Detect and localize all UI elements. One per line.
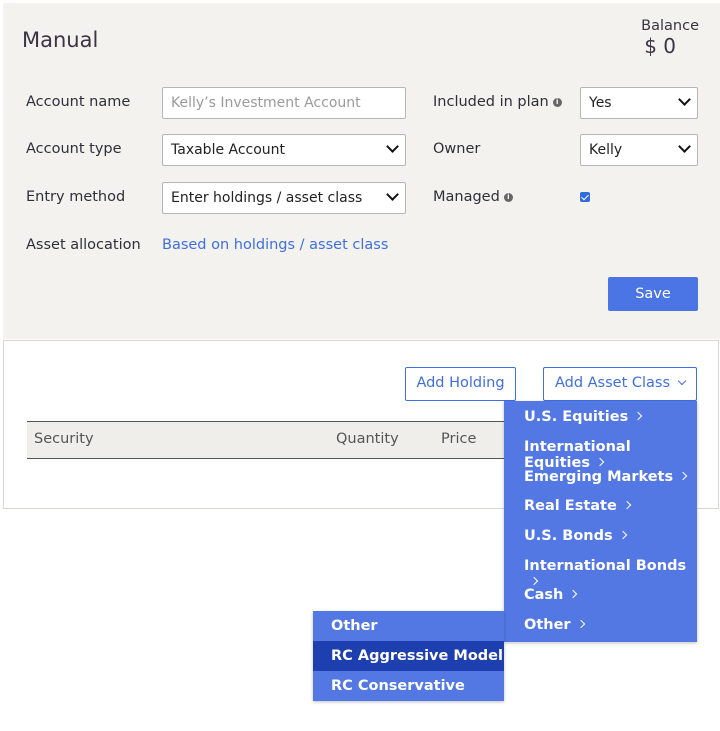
menu-item-us-bonds[interactable]: U.S. Bonds xyxy=(524,528,627,544)
column-header-price: Price xyxy=(441,431,477,447)
info-icon[interactable]: i xyxy=(552,97,562,107)
menu-item-real-estate[interactable]: Real Estate xyxy=(524,498,632,514)
chevron-down-icon xyxy=(678,93,691,106)
account-type-value: Taxable Account xyxy=(171,142,286,158)
info-icon[interactable]: i xyxy=(503,192,513,202)
owner-value: Kelly xyxy=(589,142,623,158)
chevron-right-icon xyxy=(622,500,632,510)
chevron-down-icon xyxy=(386,140,399,153)
menu-item-label: Emerging Markets xyxy=(524,469,674,485)
menu-item-label: International Bonds xyxy=(524,558,687,574)
account-name-input[interactable]: Kelly’s Investment Account xyxy=(162,87,406,119)
chevron-right-icon xyxy=(595,457,605,467)
chevron-down-icon xyxy=(677,376,687,386)
menu-item-label: U.S. Equities xyxy=(524,409,629,425)
chevron-right-icon xyxy=(569,589,578,599)
add-asset-class-button[interactable]: Add Asset Class xyxy=(543,367,697,401)
owner-label: Owner xyxy=(433,141,481,157)
holdings-table-header: Security Quantity Price xyxy=(27,421,512,459)
submenu-item-rc-conservative-model[interactable]: RC Conservative Model xyxy=(313,671,504,724)
included-in-plan-select[interactable]: Yes xyxy=(580,87,698,119)
menu-item-label: Real Estate xyxy=(524,498,617,514)
chevron-down-icon xyxy=(386,188,399,201)
menu-item-label: Cash xyxy=(524,587,564,603)
entry-method-label: Entry method xyxy=(26,189,126,205)
entry-method-value: Enter holdings / asset class xyxy=(171,190,363,206)
managed-label: Managed xyxy=(433,189,500,205)
chevron-down-icon xyxy=(678,140,691,153)
account-name-label: Account name xyxy=(26,94,131,110)
account-type-select[interactable]: Taxable Account xyxy=(162,134,406,166)
menu-item-emerging-markets[interactable]: Emerging Markets xyxy=(524,469,688,485)
managed-label-row: Managed i xyxy=(433,189,513,205)
menu-item-us-equities[interactable]: U.S. Equities xyxy=(524,409,643,425)
menu-item-label: U.S. Bonds xyxy=(524,528,613,544)
asset-allocation-link[interactable]: Based on holdings / asset class xyxy=(162,237,388,253)
chevron-right-icon xyxy=(618,530,627,540)
menu-item-label: Other xyxy=(524,617,571,633)
balance-label: Balance xyxy=(641,18,699,34)
menu-item-international-equities[interactable]: International Equities xyxy=(524,439,697,471)
chevron-right-icon xyxy=(633,411,643,421)
menu-item-label: International Equities xyxy=(524,439,631,471)
balance-value: $ 0 xyxy=(644,34,676,58)
menu-item-international-bonds[interactable]: International Bonds xyxy=(524,558,697,590)
included-in-plan-label: Included in plan xyxy=(433,94,549,110)
page-title: Manual xyxy=(22,28,99,52)
column-header-quantity: Quantity xyxy=(336,431,399,447)
submenu-item-other[interactable]: Other xyxy=(313,611,504,641)
account-type-label: Account type xyxy=(26,141,122,157)
menu-item-other[interactable]: Other xyxy=(524,617,585,633)
add-asset-class-label: Add Asset Class xyxy=(554,375,671,391)
asset-class-menu: U.S. Equities International Equities Eme… xyxy=(504,401,697,642)
add-holding-button[interactable]: Add Holding xyxy=(405,367,516,401)
chevron-right-icon xyxy=(529,576,539,586)
chevron-right-icon xyxy=(576,619,585,629)
other-submenu: Other RC Aggressive Model RC Conservativ… xyxy=(313,611,504,724)
asset-allocation-label: Asset allocation xyxy=(26,237,141,253)
entry-method-select[interactable]: Enter holdings / asset class xyxy=(162,182,406,214)
chevron-right-icon xyxy=(678,471,688,481)
owner-select[interactable]: Kelly xyxy=(580,134,698,166)
save-button[interactable]: Save xyxy=(608,277,698,311)
column-header-security: Security xyxy=(34,431,94,447)
included-in-plan-value: Yes xyxy=(589,95,612,111)
submenu-item-rc-aggressive-model[interactable]: RC Aggressive Model xyxy=(313,641,504,671)
included-in-plan-label-row: Included in plan i xyxy=(433,94,562,110)
managed-checkbox[interactable] xyxy=(580,192,590,202)
menu-item-cash[interactable]: Cash xyxy=(524,587,578,603)
